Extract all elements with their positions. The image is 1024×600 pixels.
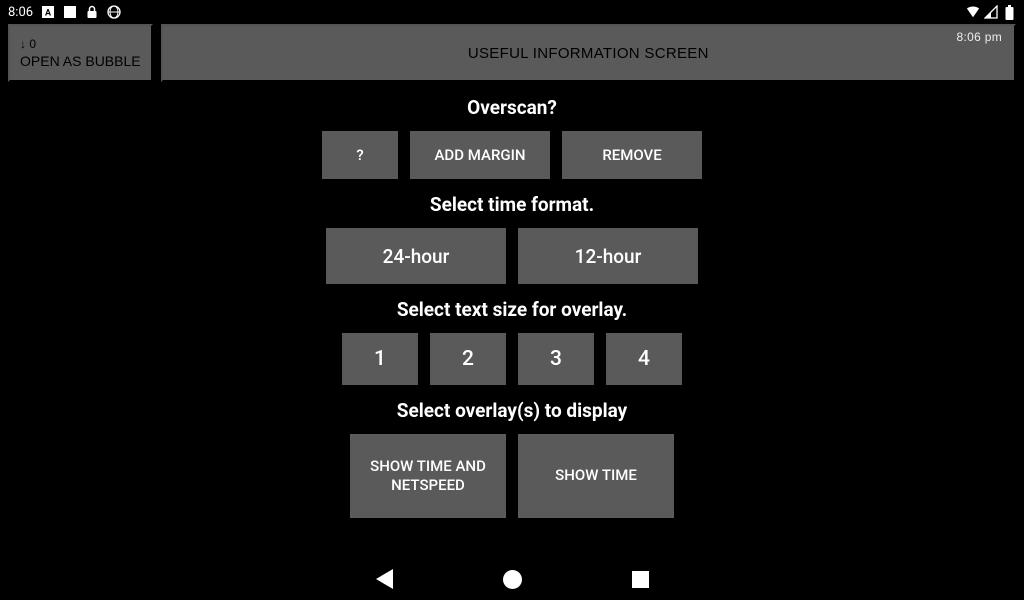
time-format-heading: Select time format. (430, 193, 594, 216)
status-bar: 8:06 A (0, 0, 1024, 24)
app-a-icon: A (41, 5, 55, 19)
square-icon (63, 5, 77, 19)
wifi-icon (966, 5, 980, 19)
remove-margin-button[interactable]: REMOVE (562, 131, 702, 179)
text-size-row: 1 2 3 4 (342, 333, 682, 385)
overlay-clock: 8:06 pm (957, 30, 1002, 44)
open-as-bubble-button[interactable]: ↓ 0 OPEN AS BUBBLE (8, 24, 153, 82)
status-right (966, 5, 1016, 19)
status-time: 8:06 (8, 5, 33, 20)
navigation-bar (0, 558, 1024, 600)
nav-back-button[interactable] (376, 569, 393, 589)
text-size-4-button[interactable]: 4 (606, 333, 682, 385)
add-margin-button[interactable]: ADD MARGIN (410, 131, 550, 179)
header-row: ↓ 0 OPEN AS BUBBLE 8:06 pm USEFUL INFORM… (0, 24, 1024, 82)
useful-information-screen-button[interactable]: 8:06 pm USEFUL INFORMATION SCREEN (161, 24, 1016, 82)
svg-text:A: A (45, 9, 52, 19)
info-screen-label: USEFUL INFORMATION SCREEN (468, 45, 709, 62)
show-time-netspeed-button[interactable]: SHOW TIME AND NETSPEED (350, 434, 506, 518)
lock-icon (85, 5, 99, 19)
time-24-hour-button[interactable]: 24-hour (326, 228, 506, 284)
time-12-hour-button[interactable]: 12-hour (518, 228, 698, 284)
content: Overscan? ? ADD MARGIN REMOVE Select tim… (0, 82, 1024, 518)
overlay-row: SHOW TIME AND NETSPEED SHOW TIME (350, 434, 674, 518)
nav-home-button[interactable] (503, 570, 522, 589)
status-left: 8:06 A (8, 5, 121, 20)
show-time-button[interactable]: SHOW TIME (518, 434, 674, 518)
overscan-heading: Overscan? (467, 96, 557, 119)
globe-icon (107, 5, 121, 19)
time-format-row: 24-hour 12-hour (326, 228, 698, 284)
overscan-row: ? ADD MARGIN REMOVE (322, 131, 702, 179)
text-size-1-button[interactable]: 1 (342, 333, 418, 385)
bubble-label: OPEN AS BUBBLE (20, 53, 141, 69)
overscan-help-button[interactable]: ? (322, 131, 398, 179)
text-size-heading: Select text size for overlay. (397, 298, 627, 321)
text-size-3-button[interactable]: 3 (518, 333, 594, 385)
bubble-download-indicator: ↓ 0 (20, 37, 36, 51)
battery-icon (1002, 5, 1016, 19)
text-size-2-button[interactable]: 2 (430, 333, 506, 385)
nav-recent-button[interactable] (632, 571, 649, 588)
signal-icon (984, 5, 998, 19)
overlay-heading: Select overlay(s) to display (397, 399, 627, 422)
